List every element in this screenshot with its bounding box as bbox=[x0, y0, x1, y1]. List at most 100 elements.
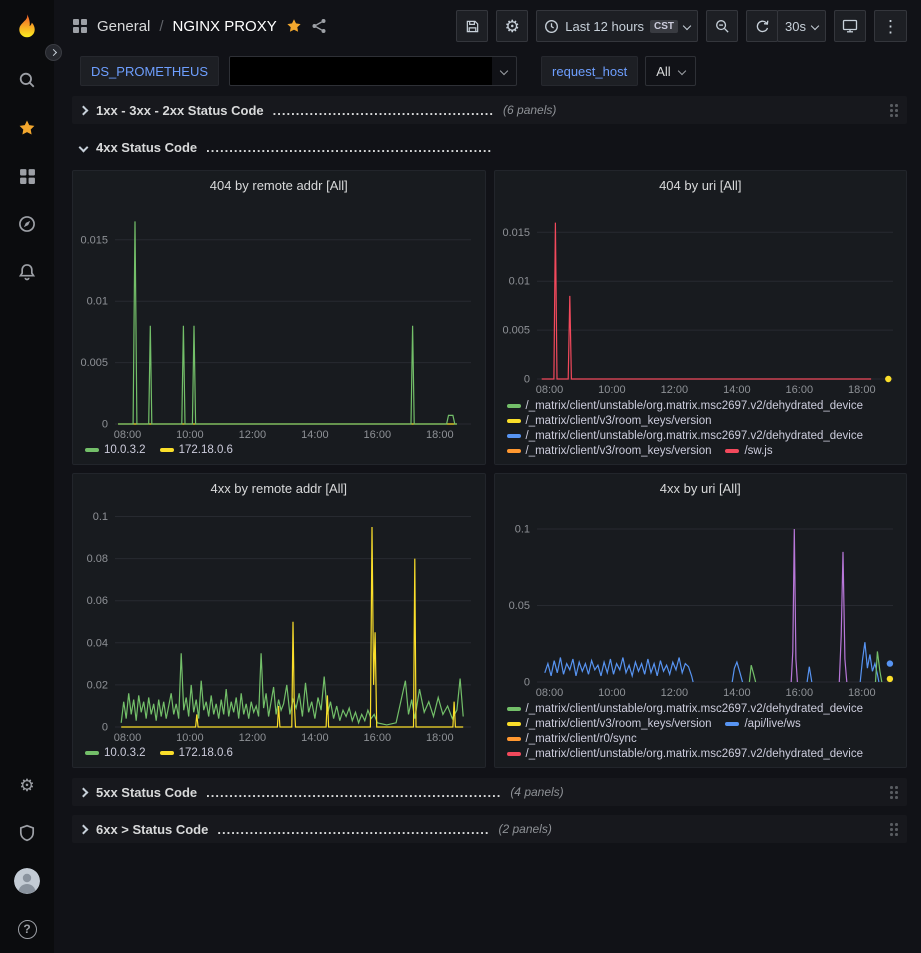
sidebar-item-help[interactable]: ? bbox=[3, 905, 51, 953]
sidebar-item-dashboards[interactable] bbox=[3, 152, 51, 200]
clock-icon bbox=[544, 19, 559, 34]
legend-label: /_matrix/client/v3/room_keys/version bbox=[526, 445, 712, 457]
chart-404-by-uri[interactable]: 00.0050.010.01508:0010:0012:0014:0016:00… bbox=[495, 195, 907, 398]
legend-item[interactable]: 172.18.0.6 bbox=[160, 444, 233, 456]
legend-item[interactable]: /_matrix/client/unstable/org.matrix.msc2… bbox=[507, 703, 864, 715]
refresh-interval-dropdown[interactable]: 30s bbox=[777, 10, 826, 42]
panel-title[interactable]: 4xx by uri [All] bbox=[495, 474, 907, 498]
sidebar-item-admin[interactable] bbox=[3, 809, 51, 857]
drag-handle-icon[interactable] bbox=[889, 785, 899, 799]
legend-swatch bbox=[160, 448, 174, 452]
row-dots: ........................................… bbox=[206, 140, 492, 155]
row-header-1xx-3xx-2xx[interactable]: 1xx - 3xx - 2xx Status Code ............… bbox=[72, 96, 907, 124]
legend-item[interactable]: 10.0.3.2 bbox=[85, 444, 146, 456]
legend-item[interactable]: /_matrix/client/v3/room_keys/version bbox=[507, 415, 712, 427]
svg-text:0: 0 bbox=[102, 419, 108, 431]
drag-handle-icon[interactable] bbox=[889, 822, 899, 836]
legend-item[interactable]: /_matrix/client/unstable/org.matrix.msc2… bbox=[507, 400, 864, 412]
variable-value-datasource[interactable] bbox=[229, 56, 517, 86]
legend-label: /_matrix/client/unstable/org.matrix.msc2… bbox=[526, 400, 864, 412]
row-dots: ........................................… bbox=[273, 103, 494, 118]
variable-label-request-host[interactable]: request_host bbox=[541, 56, 638, 86]
svg-text:14:00: 14:00 bbox=[723, 687, 751, 699]
row-title: 1xx - 3xx - 2xx Status Code bbox=[96, 103, 264, 118]
variable-value-request-host[interactable]: All bbox=[645, 56, 695, 86]
shield-icon bbox=[18, 824, 36, 842]
breadcrumb-section[interactable]: General bbox=[97, 18, 150, 35]
tv-mode-button[interactable] bbox=[834, 10, 866, 42]
legend-swatch bbox=[85, 448, 99, 452]
svg-text:0.015: 0.015 bbox=[80, 234, 108, 246]
grafana-logo[interactable] bbox=[12, 12, 42, 42]
favorite-star-icon[interactable] bbox=[286, 18, 302, 34]
svg-text:16:00: 16:00 bbox=[785, 384, 813, 396]
row-title: 5xx Status Code bbox=[96, 785, 197, 800]
redacted-value bbox=[230, 57, 492, 85]
user-avatar-icon bbox=[14, 868, 40, 894]
legend-item[interactable]: /_matrix/client/v3/room_keys/version bbox=[507, 445, 712, 457]
panel-title[interactable]: 4xx by remote addr [All] bbox=[73, 474, 485, 498]
sidebar-item-starred[interactable] bbox=[3, 104, 51, 152]
panel-title[interactable]: 404 by remote addr [All] bbox=[73, 171, 485, 195]
legend-item[interactable]: /_matrix/client/v3/room_keys/version bbox=[507, 718, 712, 730]
legend-label: /_matrix/client/r0/sync bbox=[526, 733, 637, 745]
main-area: General / NGINX PROXY ⚙ L bbox=[54, 0, 921, 953]
monitor-icon bbox=[842, 18, 858, 34]
svg-text:16:00: 16:00 bbox=[364, 429, 392, 441]
bell-icon bbox=[18, 263, 36, 281]
row-title: 4xx Status Code bbox=[96, 140, 197, 155]
legend-item[interactable]: 172.18.0.6 bbox=[160, 747, 233, 759]
time-range-picker[interactable]: Last 12 hours CST bbox=[536, 10, 698, 42]
refresh-button[interactable] bbox=[746, 10, 778, 42]
legend-item[interactable]: 10.0.3.2 bbox=[85, 747, 146, 759]
svg-text:08:00: 08:00 bbox=[535, 384, 563, 396]
dashboard-title[interactable]: NGINX PROXY bbox=[173, 18, 277, 35]
legend-label: 10.0.3.2 bbox=[104, 747, 146, 759]
legend-item[interactable]: /sw.js bbox=[725, 445, 772, 457]
legend-swatch bbox=[725, 722, 739, 726]
chevron-right-icon bbox=[79, 787, 89, 797]
legend-label: /sw.js bbox=[744, 445, 772, 457]
svg-text:0.08: 0.08 bbox=[87, 553, 108, 565]
row-dots: ........................................… bbox=[217, 822, 489, 837]
legend-item[interactable]: /_matrix/client/unstable/org.matrix.msc2… bbox=[507, 748, 864, 760]
panel-title[interactable]: 404 by uri [All] bbox=[495, 171, 907, 195]
chart-4xx-by-uri[interactable]: 00.050.108:0010:0012:0014:0016:0018:00 bbox=[495, 498, 907, 701]
row-header-6xx[interactable]: 6xx > Status Code ......................… bbox=[72, 815, 907, 843]
svg-text:12:00: 12:00 bbox=[239, 429, 267, 441]
legend: 10.0.3.2 172.18.0.6 bbox=[73, 442, 485, 464]
svg-text:0.015: 0.015 bbox=[502, 227, 530, 239]
row-header-5xx[interactable]: 5xx Status Code ........................… bbox=[72, 778, 907, 806]
chevron-down-icon bbox=[677, 67, 685, 75]
svg-text:18:00: 18:00 bbox=[426, 732, 454, 744]
variables-bar: DS_PROMETHEUS request_host All bbox=[54, 52, 921, 90]
row-header-4xx[interactable]: 4xx Status Code ........................… bbox=[72, 133, 907, 161]
drag-handle-icon[interactable] bbox=[889, 103, 899, 117]
svg-text:10:00: 10:00 bbox=[598, 687, 626, 699]
svg-text:12:00: 12:00 bbox=[660, 384, 688, 396]
save-icon bbox=[465, 19, 480, 34]
row-panel-count: (4 panels) bbox=[510, 785, 563, 799]
sidebar-expand-button[interactable] bbox=[45, 44, 62, 61]
svg-text:18:00: 18:00 bbox=[848, 384, 876, 396]
dashboard-settings-button[interactable]: ⚙ bbox=[496, 10, 528, 42]
sidebar-item-alerting[interactable] bbox=[3, 248, 51, 296]
sidebar-item-search[interactable] bbox=[3, 56, 51, 104]
chart-4xx-by-remote-addr[interactable]: 00.020.040.060.080.108:0010:0012:0014:00… bbox=[73, 498, 485, 745]
save-dashboard-button[interactable] bbox=[456, 10, 488, 42]
legend-label: /api/live/ws bbox=[744, 718, 800, 730]
chart-404-by-remote-addr[interactable]: 00.0050.010.01508:0010:0012:0014:0016:00… bbox=[73, 195, 485, 442]
zoom-out-button[interactable] bbox=[706, 10, 738, 42]
legend-item[interactable]: /_matrix/client/r0/sync bbox=[507, 733, 637, 745]
sidebar-item-explore[interactable] bbox=[3, 200, 51, 248]
share-icon[interactable] bbox=[311, 18, 327, 34]
sidebar-item-profile[interactable] bbox=[3, 857, 51, 905]
more-options-button[interactable]: ⋮ bbox=[874, 10, 907, 42]
variable-label-datasource[interactable]: DS_PROMETHEUS bbox=[80, 56, 219, 86]
legend-item[interactable]: /api/live/ws bbox=[725, 718, 800, 730]
search-icon bbox=[18, 71, 36, 89]
sidebar-item-settings[interactable]: ⚙ bbox=[3, 761, 51, 809]
chart-svg: 00.020.040.060.080.108:0010:0012:0014:00… bbox=[73, 498, 485, 745]
legend-item[interactable]: /_matrix/client/unstable/org.matrix.msc2… bbox=[507, 430, 864, 442]
svg-text:08:00: 08:00 bbox=[114, 732, 142, 744]
